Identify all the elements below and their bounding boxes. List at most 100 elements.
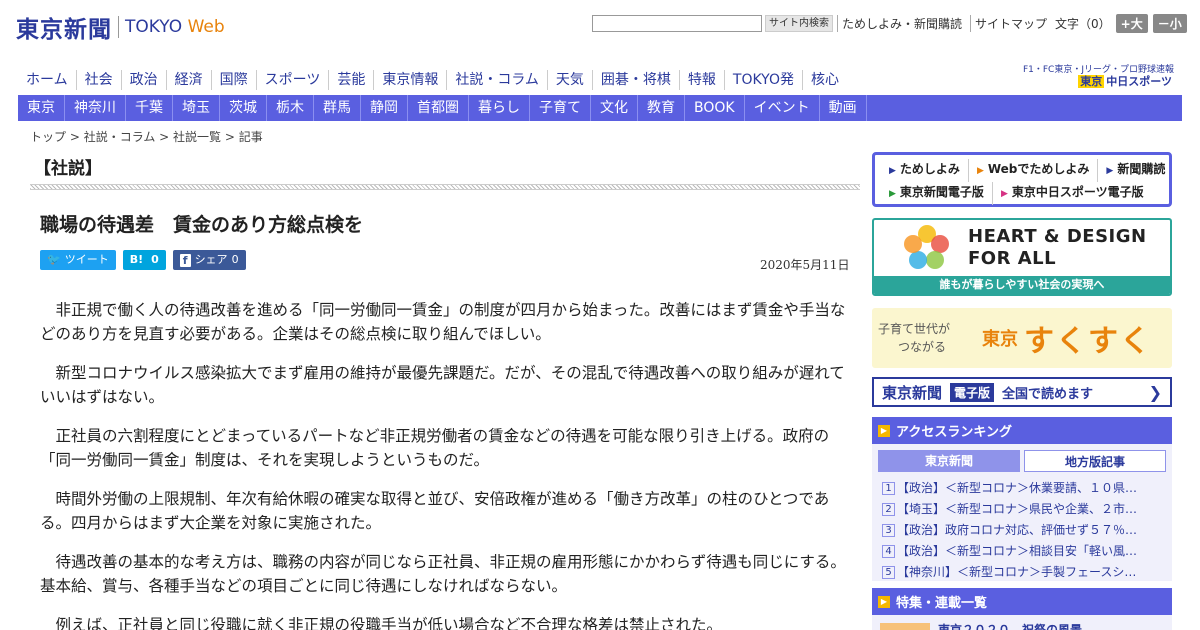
subnav-item[interactable]: 首都圏 bbox=[408, 95, 469, 121]
flower-logo-icon bbox=[904, 225, 950, 271]
article-paragraph: 時間外労働の上限規制、年次有給休暇の確実な取得と並び、安倍政権が進める「働き方改… bbox=[40, 490, 830, 532]
nav-item-go-shogi[interactable]: 囲碁・将棋 bbox=[591, 70, 679, 90]
breadcrumb-separator: > bbox=[221, 130, 239, 144]
subnav-item[interactable]: イベント bbox=[745, 95, 820, 121]
promo-web-trial-link[interactable]: ▶ Webでためしよみ bbox=[969, 159, 1099, 182]
nav-item-society[interactable]: 社会 bbox=[75, 70, 121, 90]
subnav-item[interactable]: 神奈川 bbox=[65, 95, 126, 121]
nav-item-politics[interactable]: 政治 bbox=[120, 70, 166, 90]
ranking-header: ▶ アクセスランキング bbox=[872, 417, 1172, 444]
nav-item-tokyo-hatsu[interactable]: TOKYO発 bbox=[723, 70, 802, 90]
article-paragraph: 待遇改善の基本的な考え方は、職務の内容が同じなら正社員、非正規の雇用形態にかかわ… bbox=[40, 553, 846, 595]
breadcrumb-separator: > bbox=[66, 130, 84, 144]
article-body: 非正規で働く人の待遇改善を進める「同一労働同一賃金」の制度が四月から始まった。改… bbox=[40, 298, 848, 630]
search-input[interactable] bbox=[592, 15, 762, 32]
subnav-item[interactable]: 埼玉 bbox=[173, 95, 220, 121]
tokyo-sukusuku-banner[interactable]: 子育て世代が つながる 東京 すくすく bbox=[872, 308, 1172, 368]
font-size-down-button[interactable]: －小 bbox=[1152, 14, 1187, 33]
search-button[interactable]: サイト内検索 bbox=[765, 15, 833, 32]
twitter-icon: 🐦 bbox=[47, 253, 61, 266]
subnav-item[interactable]: 群馬 bbox=[314, 95, 361, 121]
subscription-promo: ▶ ためしよみ ▶ Webでためしよみ ▶ 新聞購読 ▶ 東京新聞電子版 ▶ 東京中日スポ… bbox=[872, 152, 1172, 207]
tweet-label: ツイート bbox=[64, 253, 109, 266]
epaper-banner[interactable]: 東京新聞 電子版 全国で読めます ❯ bbox=[872, 377, 1172, 407]
tab-tokyo-shimbun[interactable]: 東京新聞 bbox=[878, 450, 1020, 472]
subnav-item[interactable]: 静岡 bbox=[361, 95, 408, 121]
breadcrumb-top[interactable]: トップ bbox=[30, 130, 66, 144]
subnav-item[interactable]: 千葉 bbox=[126, 95, 173, 121]
nav-item-home[interactable]: ホーム bbox=[18, 70, 76, 90]
tweet-button[interactable]: 🐦 ツイート bbox=[40, 250, 116, 270]
facebook-icon: f bbox=[179, 253, 191, 267]
nav-item-world[interactable]: 国際 bbox=[210, 70, 256, 90]
ranking-item[interactable]: 3 【政治】政府コロナ対応、評価せず５７％… bbox=[882, 520, 1166, 541]
nav-item-economy[interactable]: 経済 bbox=[165, 70, 211, 90]
subnav-item[interactable]: 暮らし bbox=[469, 95, 530, 121]
facebook-count: 0 bbox=[231, 253, 239, 266]
subnav-item[interactable]: 動画 bbox=[820, 95, 867, 121]
subnav-item[interactable]: 子育て bbox=[530, 95, 591, 121]
triangle-icon: ▶ bbox=[976, 166, 984, 176]
sukusuku-tokyo: 東京 bbox=[982, 329, 1018, 350]
features-box: ▶ 特集・連載一覧 東京２０２０ 祝祭の風景 bbox=[872, 588, 1172, 630]
heart-design-caption: 誰もが暮らしやすい社会の実現へ bbox=[874, 276, 1170, 294]
promo-subscribe-link[interactable]: ▶ 新聞購読 bbox=[1098, 159, 1173, 182]
triangle-icon: ▶ bbox=[1000, 189, 1008, 199]
subnav-item[interactable]: 栃木 bbox=[267, 95, 314, 121]
subnav-item[interactable]: BOOK bbox=[685, 95, 745, 121]
chevron-right-icon: ❯ bbox=[1148, 382, 1162, 402]
breadcrumb-editorial-list[interactable]: 社説一覧 bbox=[173, 130, 221, 144]
ranking-item[interactable]: 1 【政治】＜新型コロナ＞休業要請、１０県… bbox=[882, 478, 1166, 499]
ranking-item[interactable]: 4 【政治】＜新型コロナ＞相談目安「軽い風… bbox=[882, 541, 1166, 562]
nav-item-special[interactable]: 特報 bbox=[678, 70, 724, 90]
breadcrumb-editorial[interactable]: 社説・コラム bbox=[84, 130, 156, 144]
hatena-bookmark-button[interactable]: B! 0 bbox=[122, 250, 166, 270]
logo-en: TOKYO Web bbox=[125, 17, 225, 37]
chunichi-sports-banner[interactable]: F1・FC東京・Jリーグ・プロ野球速報 東京 中日スポーツ bbox=[1023, 64, 1174, 88]
share-buttons: 🐦 ツイート B! 0 f シェア 0 bbox=[40, 250, 253, 270]
subnav-item[interactable]: 教育 bbox=[638, 95, 685, 121]
hatena-count: 0 bbox=[151, 253, 159, 266]
top-tools: サイト内検索 ためしよみ・新聞購読 サイトマップ 文字（0） +大 －小 bbox=[592, 14, 1187, 33]
access-ranking: ▶ アクセスランキング 東京新聞 地方版記事 1 【政治】＜新型コロナ＞休業要請、… bbox=[872, 417, 1172, 581]
nav-item-core[interactable]: 核心 bbox=[801, 70, 847, 90]
epaper-brand: 東京新聞 bbox=[882, 383, 943, 402]
nav-item-tokyo-info[interactable]: 東京情報 bbox=[373, 70, 446, 90]
ranking-item[interactable]: 2 【埼玉】＜新型コロナ＞県民や企業、２市… bbox=[882, 499, 1166, 520]
nav-item-entertainment[interactable]: 芸能 bbox=[328, 70, 373, 90]
subnav-item[interactable]: 東京 bbox=[18, 95, 65, 121]
nav-item-weather[interactable]: 天気 bbox=[546, 70, 592, 90]
tab-local-articles[interactable]: 地方版記事 bbox=[1024, 450, 1166, 472]
trial-subscribe-link[interactable]: ためしよみ・新聞購読 bbox=[837, 15, 966, 32]
sukusuku-tagline: 子育て世代が つながる bbox=[878, 322, 951, 354]
site-logo[interactable]: 東京新聞 TOKYO Web bbox=[16, 10, 225, 44]
heart-design-banner[interactable]: HEART & DESIGN FOR ALL 誰もが暮らしやすい社会の実現へ bbox=[872, 218, 1172, 296]
logo-divider bbox=[118, 16, 119, 38]
promo-trial-link[interactable]: ▶ ためしよみ bbox=[881, 159, 969, 182]
sitemap-link[interactable]: サイトマップ bbox=[970, 15, 1051, 32]
epaper-text: 全国で読めます bbox=[1002, 386, 1094, 402]
font-size-up-button[interactable]: +大 bbox=[1115, 14, 1148, 33]
nav-item-editorial[interactable]: 社説・コラム bbox=[446, 70, 547, 90]
main-nav: ホーム 社会 政治 経済 国際 スポーツ 芸能 東京情報 社説・コラム 天気 囲… bbox=[18, 70, 847, 90]
section-divider bbox=[30, 184, 860, 190]
logo-jp: 東京新聞 bbox=[16, 16, 112, 43]
article-paragraph: 新型コロナウイルス感染拡大でまず雇用の維持が最優先課題だ。だが、その混乱で待遇改… bbox=[40, 364, 845, 406]
feature-item[interactable]: 東京２０２０ 祝祭の風景 bbox=[872, 615, 1172, 630]
chunichi-logo: 東京 中日スポーツ bbox=[1078, 75, 1172, 88]
breadcrumb-current: 記事 bbox=[238, 130, 263, 144]
regional-nav: 東京 神奈川 千葉 埼玉 茨城 栃木 群馬 静岡 首都圏 暮らし 子育て 文化 … bbox=[18, 95, 1182, 121]
square-bullet-icon: ▶ bbox=[878, 595, 890, 608]
nav-item-sports[interactable]: スポーツ bbox=[255, 70, 329, 90]
epaper-tag: 電子版 bbox=[950, 382, 995, 402]
promo-epaper-link[interactable]: ▶ 東京新聞電子版 bbox=[881, 182, 993, 205]
square-bullet-icon: ▶ bbox=[878, 424, 890, 437]
subnav-item[interactable]: 茨城 bbox=[220, 95, 267, 121]
triangle-icon: ▶ bbox=[889, 166, 896, 176]
facebook-share-label: シェア bbox=[194, 253, 228, 266]
ranking-item[interactable]: 5 【神奈川】＜新型コロナ＞手製フェースシ… bbox=[882, 562, 1166, 583]
section-title: 【社説】 bbox=[34, 159, 102, 179]
subnav-item[interactable]: 文化 bbox=[591, 95, 638, 121]
facebook-share-button[interactable]: f シェア 0 bbox=[172, 250, 246, 270]
promo-chunichi-epaper-link[interactable]: ▶ 東京中日スポーツ電子版 bbox=[993, 182, 1152, 205]
